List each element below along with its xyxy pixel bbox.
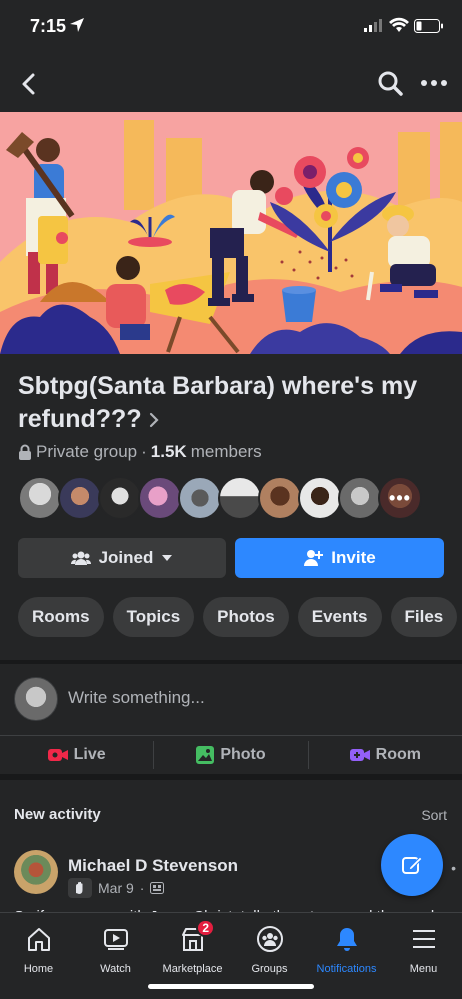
photo-label: Photo [220,746,266,763]
wifi-icon [389,17,409,32]
joined-label: Joined [98,548,154,567]
back-arrow-icon[interactable] [16,70,44,98]
live-video-icon [47,749,68,761]
home-icon [23,923,55,955]
room-video-icon [349,749,370,761]
avatar[interactable] [338,476,382,520]
tab-notifications[interactable]: Notifications [308,913,385,999]
member-count[interactable]: 1.5K [151,442,187,462]
avatar[interactable] [18,476,62,520]
avatar[interactable] [178,476,222,520]
group-name[interactable]: Sbtpg(Santa Barbara) where's my refund??… [18,372,417,433]
invite-button[interactable]: Invite [235,538,444,578]
post-author[interactable]: Michael D Stevenson [68,856,238,876]
hamburger-menu-icon [408,923,440,955]
post-date[interactable]: Mar 9 [98,880,134,896]
group-meta: Private group · 1.5K members [18,442,262,462]
avatar[interactable] [14,677,58,721]
more-members-dots: ••• [389,487,411,508]
tab-label: Home [23,963,54,975]
post-composer: Write something... Live Photo Room [0,664,462,774]
tab-watch[interactable]: Watch [77,913,154,999]
more-members-avatar[interactable]: ••• [378,476,422,520]
sort-button[interactable]: Sort [421,807,447,823]
tab-label: Menu [409,963,438,975]
composer-actions: Live Photo Room [0,736,462,774]
groups-icon [254,923,286,955]
top-nav-bar [0,56,462,112]
group-tabs: Rooms Topics Photos Events Files [18,597,458,637]
tab-topics[interactable]: Topics [112,597,195,637]
avatar[interactable] [258,476,302,520]
tab-menu[interactable]: Menu [385,913,462,999]
tab-events[interactable]: Events [297,597,382,637]
status-bar: 7:15 [0,0,462,56]
tab-rooms[interactable]: Rooms [18,597,104,637]
avatar[interactable] [14,850,58,894]
compose-post-button[interactable] [381,834,443,896]
compose-icon [402,856,423,874]
tab-label: Marketplace [162,963,223,975]
avatar[interactable] [298,476,342,520]
live-label: Live [73,746,106,763]
group-audience-icon [150,882,165,894]
avatar[interactable] [58,476,102,520]
member-avatars[interactable]: ••• [18,476,422,520]
status-time: 7:15 [30,16,67,36]
caret-down-icon [162,555,173,561]
tab-label: Groups [251,963,288,975]
photo-icon [196,746,215,764]
tab-label: Notifications [316,963,377,975]
avatar[interactable] [98,476,142,520]
avatar[interactable] [138,476,182,520]
live-button[interactable]: Live [0,736,153,774]
room-label: Room [375,746,421,763]
members-label[interactable]: members [191,442,262,462]
battery-icon [414,19,443,33]
meta-separator: · [141,442,147,461]
privacy-label: Private group [36,442,138,461]
notification-badge: 2 [196,919,216,937]
location-arrow-icon [70,18,84,32]
add-person-icon [304,550,324,566]
tab-files[interactable]: Files [390,597,458,637]
home-indicator [148,984,314,989]
tab-home[interactable]: Home [0,913,77,999]
chevron-right-icon[interactable] [148,412,160,428]
cover-illustration [0,112,462,354]
invite-label: Invite [331,548,376,567]
tab-photos[interactable]: Photos [203,597,289,637]
group-members-icon [70,551,91,565]
lock-icon [19,444,31,460]
group-cover-photo[interactable] [0,112,462,354]
bell-icon [331,923,363,955]
search-icon[interactable] [376,69,404,97]
joined-button[interactable]: Joined [18,538,226,578]
avatar[interactable] [218,476,262,520]
cellular-signal-icon [364,19,382,32]
section-heading: New activity [14,806,101,823]
post-more-icon[interactable]: • [451,860,456,876]
more-options-icon[interactable] [420,69,448,97]
wave-icon[interactable] [68,878,92,898]
room-button[interactable]: Room [309,736,462,774]
group-title[interactable]: Sbtpg(Santa Barbara) where's my refund??… [18,370,448,436]
write-something-input[interactable]: Write something... [68,688,205,708]
tab-label: Watch [100,963,131,975]
watch-icon [100,923,132,955]
photo-button[interactable]: Photo [154,736,307,774]
post-meta: Mar 9 · [68,878,165,898]
group-info-section: Sbtpg(Santa Barbara) where's my refund??… [0,354,462,660]
meta-separator: · [139,880,145,896]
